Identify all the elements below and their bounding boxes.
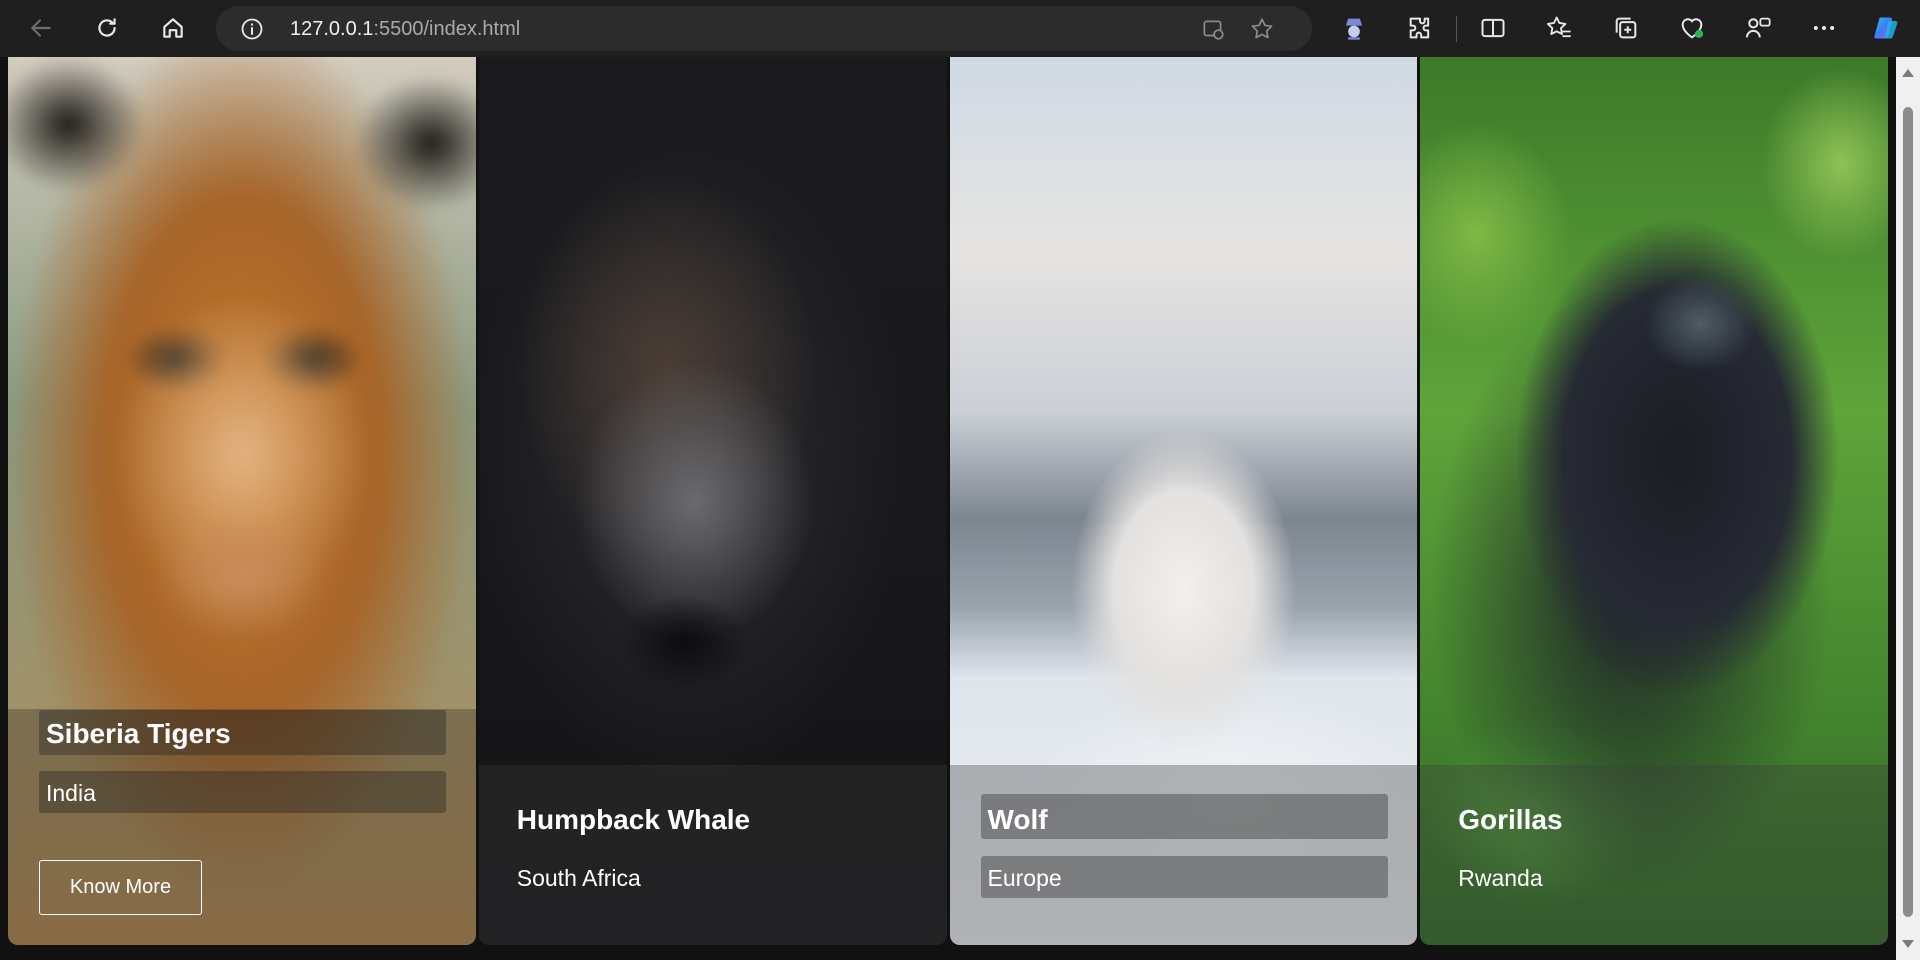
browser-essentials-button[interactable] xyxy=(1677,13,1707,43)
feedback-icon xyxy=(1745,17,1771,38)
url-text: 127.0.0.1:5500/index.html xyxy=(290,18,520,41)
puzzle-icon xyxy=(1409,17,1430,39)
settings-more-button[interactable] xyxy=(1809,13,1839,43)
card-title: Gorillas xyxy=(1458,804,1563,835)
scroll-down-arrow-icon[interactable] xyxy=(1902,940,1914,948)
copilot-icon xyxy=(1874,17,1898,39)
animal-card-humpback-whale[interactable]: Humpback Whale South Africa xyxy=(478,57,947,945)
split-screen-button[interactable] xyxy=(1478,13,1508,43)
favorites-icon xyxy=(1546,16,1571,38)
feedback-button[interactable] xyxy=(1743,13,1773,43)
heart-pulse-icon xyxy=(1681,18,1704,39)
card-location: Europe xyxy=(987,865,1062,891)
refresh-button[interactable] xyxy=(87,8,127,48)
back-arrow-icon xyxy=(31,19,51,37)
animal-card-grid: Siberia Tigers India Know More Humpback … xyxy=(8,57,1888,945)
incognito-button[interactable] xyxy=(1339,13,1369,43)
back-button[interactable] xyxy=(21,8,61,48)
collections-icon xyxy=(1615,17,1637,39)
app-install-icon[interactable] xyxy=(1200,16,1226,42)
animal-card-siberia-tigers[interactable]: Siberia Tigers India Know More xyxy=(8,57,476,945)
extensions-button[interactable] xyxy=(1405,13,1435,43)
location-highlight xyxy=(39,771,446,813)
card-title: Wolf xyxy=(987,804,1048,835)
know-more-button[interactable]: Know More xyxy=(39,860,202,915)
card-location: Rwanda xyxy=(1458,865,1543,891)
copilot-button[interactable] xyxy=(1871,13,1901,43)
page-viewport: Siberia Tigers India Know More Humpback … xyxy=(0,57,1920,960)
card-info-panel xyxy=(478,765,947,945)
url-host: 127.0.0.1 xyxy=(290,18,374,40)
refresh-icon xyxy=(98,18,116,37)
address-bar[interactable]: 127.0.0.1:5500/index.html xyxy=(216,6,1312,51)
card-title: Humpback Whale xyxy=(516,804,751,835)
vertical-scrollbar[interactable] xyxy=(1896,57,1920,960)
split-screen-icon xyxy=(1481,18,1505,38)
more-dots-icon xyxy=(1813,26,1835,30)
toolbar-divider xyxy=(1456,16,1457,42)
favorites-button[interactable] xyxy=(1544,13,1574,43)
card-info-panel xyxy=(1420,765,1888,945)
scrollbar-thumb[interactable] xyxy=(1903,107,1913,917)
card-title: Siberia Tigers xyxy=(46,718,231,749)
browser-toolbar: 127.0.0.1:5500/index.html xyxy=(0,0,1920,57)
card-info-panel xyxy=(949,765,1418,945)
spy-profile-icon xyxy=(1345,18,1363,40)
home-icon xyxy=(163,18,183,38)
favorite-star-icon[interactable] xyxy=(1249,16,1275,42)
card-location: South Africa xyxy=(516,865,641,891)
card-location: India xyxy=(46,780,96,806)
url-path: :5500/index.html xyxy=(373,18,521,40)
animal-card-gorillas[interactable]: Gorillas Rwanda xyxy=(1420,57,1888,945)
site-info-icon[interactable] xyxy=(240,17,264,41)
animal-card-wolf[interactable]: Wolf Europe xyxy=(949,57,1418,945)
scroll-up-arrow-icon[interactable] xyxy=(1902,69,1914,77)
home-button[interactable] xyxy=(153,8,193,48)
collections-button[interactable] xyxy=(1611,13,1641,43)
